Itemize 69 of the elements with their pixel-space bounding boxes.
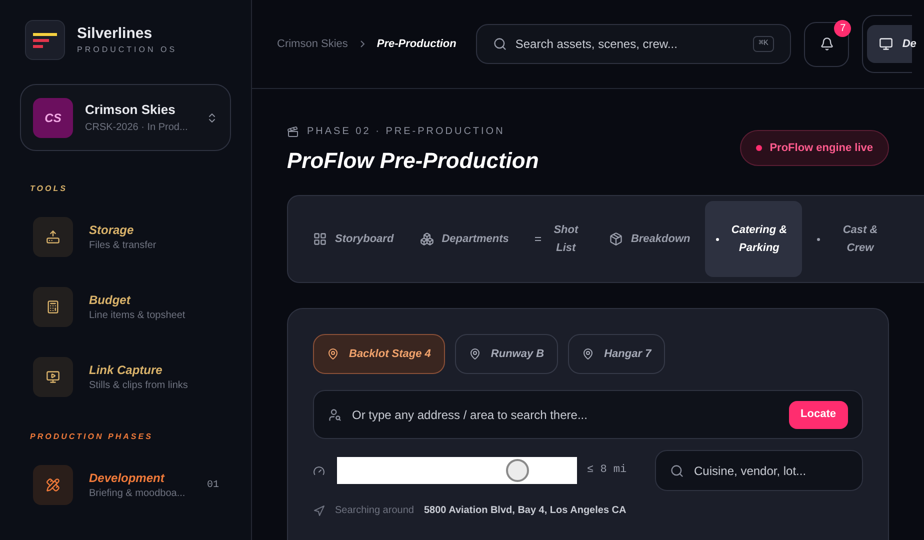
cluster-icon (420, 232, 434, 246)
tab[interactable]: Cast & Crew (806, 201, 904, 277)
searching-label: Searching around (335, 504, 414, 518)
tab[interactable]: Storyboard (302, 201, 405, 277)
location-chip[interactable]: Backlot Stage 4 (313, 334, 445, 374)
search-input[interactable]: Search assets, scenes, crew... (515, 35, 745, 53)
breadcrumb-link[interactable]: Crimson Skies (277, 36, 348, 52)
vendor-search-input[interactable]: Cuisine, vendor, lot... (694, 462, 848, 480)
tab[interactable]: Catering & Parking (705, 201, 802, 277)
tool-item[interactable]: Budget Line items & topsheet (33, 287, 231, 327)
phase-number: 01 (206, 478, 219, 492)
chevrons-icon (206, 112, 218, 124)
search-icon (670, 464, 684, 478)
logo-icon (25, 20, 65, 60)
project-meta: CRSK-2026 · In Prod... (85, 121, 189, 135)
tool-subtitle: Line items & topsheet (89, 308, 186, 322)
pin-icon (327, 348, 339, 360)
phase-item[interactable]: Development Briefing & moodboa... 01 (33, 465, 231, 505)
bell-icon (820, 37, 834, 51)
phase-subtitle: Briefing & moodboa... (89, 486, 186, 500)
page-title: ProFlow Pre-Production (287, 147, 539, 175)
eyebrow-text: PHASE 02 · PRE-PRODUCTION (307, 125, 505, 139)
grid-icon (313, 232, 327, 246)
notification-badge: 7 (834, 20, 852, 36)
vendor-search-field[interactable]: Cuisine, vendor, lot... (655, 450, 863, 491)
pencil-ruler-icon (46, 478, 60, 492)
location-chip[interactable]: Runway B (454, 334, 558, 374)
tool-item[interactable]: Storage Files & transfer (33, 217, 231, 257)
tool-title: Link Capture (89, 362, 164, 378)
address-field[interactable]: Or type any address / area to search there... Locate (313, 390, 863, 439)
project-avatar: CS (33, 98, 73, 138)
equals-icon (534, 237, 541, 241)
location-chip[interactable]: Hangar 7 (568, 334, 666, 374)
clapperboard-icon (287, 126, 299, 138)
radius-reading: ≤ 8 mi (587, 463, 627, 478)
radius-slider[interactable] (337, 457, 577, 484)
navigation-icon (313, 504, 325, 516)
slider-thumb[interactable] (506, 459, 529, 482)
tool-subtitle: Stills & clips from links (89, 378, 188, 392)
dot-icon (817, 238, 820, 240)
locate-button[interactable]: Locate (788, 400, 848, 428)
searching-address: 5800 Aviation Blvd, Bay 4, Los Angeles CA (424, 504, 626, 518)
tool-subtitle: Files & transfer (89, 238, 156, 252)
phase-title: Development (89, 470, 166, 486)
monitor-icon (879, 37, 894, 51)
dot-icon (716, 238, 720, 240)
project-switcher[interactable]: CS Crimson Skies CRSK-2026 · In Prod... (20, 84, 231, 151)
chevron-icon (360, 40, 365, 48)
pin-icon (468, 348, 481, 360)
search-icon (493, 37, 508, 51)
tab[interactable]: Departments (408, 201, 520, 277)
tool-title: Budget (89, 292, 132, 308)
section-heading: TOOLS (29, 183, 68, 195)
pin-icon (582, 348, 594, 360)
brand-tagline: PRODUCTION OS (77, 44, 178, 56)
breadcrumb-current: Pre-Production (376, 36, 456, 52)
brand-name: Silverlines (77, 24, 154, 44)
status-pill: ProFlow engine live (740, 130, 889, 166)
package-icon (608, 232, 623, 246)
search-field[interactable]: Search assets, scenes, crew... ⌘K (476, 24, 792, 64)
gauge-icon (313, 464, 325, 476)
tab[interactable]: Shot List (524, 201, 594, 277)
project-name: Crimson Skies (85, 101, 176, 119)
section-heading: PRODUCTION PHASES (29, 431, 154, 443)
tab[interactable]: Breakdown (598, 201, 702, 277)
shortcut-key: ⌘K (752, 36, 774, 52)
tool-item[interactable]: Link Capture Stills & clips from links (33, 357, 231, 397)
tool-title: Storage (89, 222, 135, 238)
person-search-icon (328, 408, 342, 422)
